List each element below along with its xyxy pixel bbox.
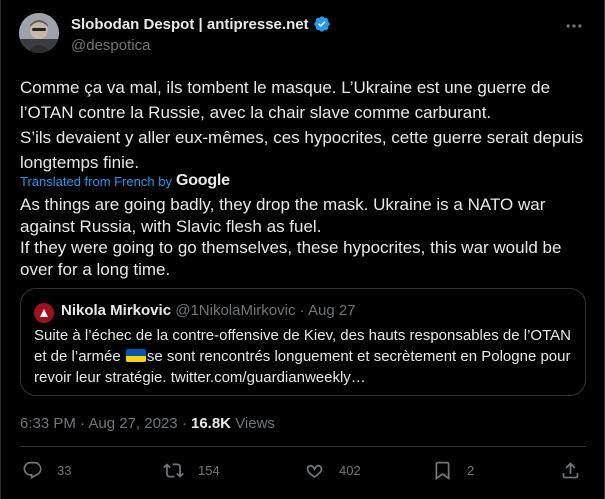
- verified-badge-icon: [313, 16, 330, 32]
- author-handle[interactable]: @despotica: [71, 37, 331, 54]
- ellipsis-icon: [566, 24, 582, 28]
- translation-label: Translated from French by: [20, 173, 172, 189]
- more-options-button[interactable]: [564, 16, 584, 36]
- retweet-button[interactable]: 154: [163, 460, 220, 481]
- tweet-meta: 6:33 PM · Aug 27, 2023 · 16.8K Views: [20, 415, 275, 432]
- views-count: 16.8K: [190, 415, 232, 432]
- views-label: Views: [235, 415, 275, 432]
- bookmark-icon: [435, 461, 450, 481]
- tweet-date[interactable]: Aug 27, 2023: [88, 415, 177, 432]
- retweet-count: 154: [198, 463, 220, 478]
- meta-separator: ·: [181, 415, 187, 432]
- ukraine-flag-icon: [125, 349, 146, 362]
- quoted-separator: ·: [299, 302, 305, 319]
- quoted-author-avatar: [34, 303, 54, 323]
- reply-count: 33: [57, 463, 72, 478]
- reply-icon: [23, 461, 42, 479]
- reply-button[interactable]: 33: [22, 460, 71, 481]
- bookmark-count: 2: [467, 463, 475, 478]
- heart-icon: [306, 464, 323, 478]
- translated-text: As things are going badly, they drop the…: [20, 194, 590, 280]
- author-block: Slobodan Despot | antipresse.net @despot…: [71, 15, 331, 54]
- tweet-card: Slobodan Despot | antipresse.net @despot…: [0, 0, 605, 499]
- like-button[interactable]: 402: [304, 460, 361, 481]
- translation-attribution[interactable]: Translated from French by Google: [20, 172, 230, 190]
- author-display-name[interactable]: Slobodan Despot | antipresse.net: [71, 16, 309, 33]
- retweet-icon: [163, 463, 184, 478]
- share-button[interactable]: [560, 460, 581, 481]
- like-count: 402: [339, 463, 361, 478]
- tweet-text-line: S’ils devaient y aller eux-mêmes, ces hy…: [20, 128, 584, 172]
- divider: [20, 446, 586, 447]
- tweet-text: Comme ça va mal, ils tombent le masque. …: [20, 75, 590, 175]
- bookmark-button[interactable]: 2: [432, 460, 474, 481]
- quoted-author-handle: @1NikolaMirkovic: [175, 302, 296, 319]
- action-bar: 33 154 402 2: [20, 460, 586, 486]
- quoted-date: Aug 27: [307, 302, 356, 319]
- tweet-time[interactable]: 6:33 PM: [20, 415, 76, 432]
- quoted-tweet[interactable]: Nikola Mirkovic @1NikolaMirkovic · Aug 2…: [20, 288, 586, 396]
- quoted-tweet-header: Nikola Mirkovic @1NikolaMirkovic · Aug 2…: [61, 302, 356, 319]
- author-avatar[interactable]: [19, 13, 59, 53]
- tweet-text-line: Comme ça va mal, ils tombent le masque. …: [20, 78, 551, 122]
- translated-text-line: If they were going to go themselves, the…: [20, 238, 562, 279]
- share-icon: [562, 462, 579, 479]
- google-logo: Google: [175, 172, 230, 189]
- quoted-tweet-text: Suite à l’échec de la contre-offensive d…: [34, 325, 574, 388]
- meta-separator: ·: [80, 415, 86, 432]
- translated-text-line: As things are going badly, they drop the…: [20, 195, 546, 236]
- quoted-author-name: Nikola Mirkovic: [61, 302, 172, 319]
